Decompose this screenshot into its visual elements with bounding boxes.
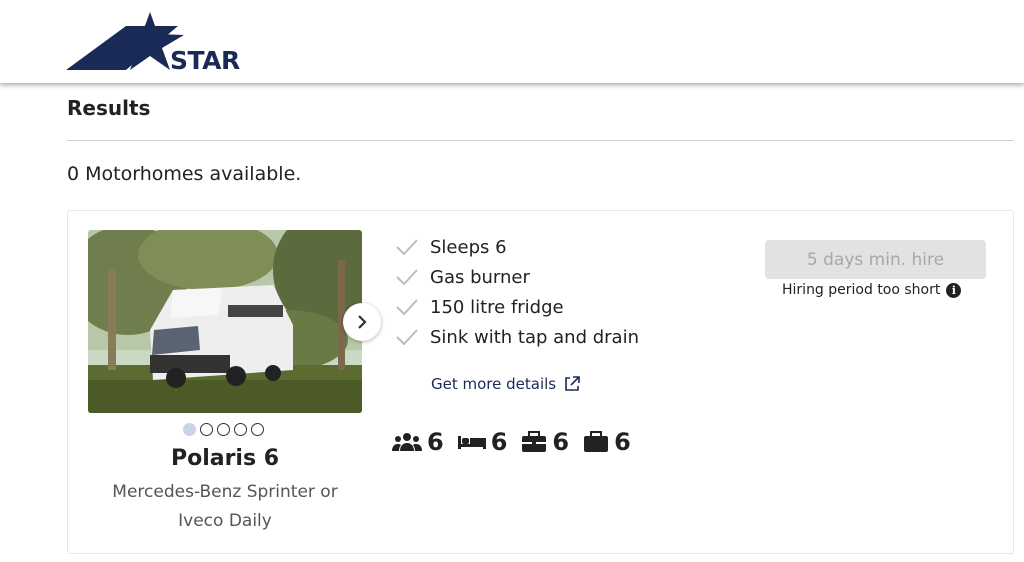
check-icon xyxy=(396,297,430,317)
feature-list: Sleeps 6 Gas burner 150 litre fridge Sin… xyxy=(396,232,639,352)
bed-icon xyxy=(457,436,486,449)
spec-value: 6 xyxy=(552,428,570,456)
vehicle-subtitle: Mercedes-Benz Sprinter or Iveco Daily xyxy=(112,482,338,531)
chevron-right-icon xyxy=(358,315,367,329)
feature-label: Gas burner xyxy=(430,266,530,288)
star-logo[interactable]: STAR xyxy=(66,12,240,75)
feature-item: 150 litre fridge xyxy=(396,292,639,322)
spec-value: 6 xyxy=(490,428,508,456)
feature-label: Sink with tap and drain xyxy=(430,326,639,348)
spec-value: 6 xyxy=(614,428,631,456)
vehicle-photo[interactable] xyxy=(88,230,362,413)
carousel-dots xyxy=(183,423,264,436)
info-icon[interactable]: i xyxy=(946,282,962,298)
hire-period-note: Hiring period too short i xyxy=(782,282,962,298)
feature-item: Sleeps 6 xyxy=(396,232,639,262)
spec-beds: 6 xyxy=(457,428,508,456)
divider xyxy=(67,140,1014,141)
get-more-details-link[interactable]: Get more details xyxy=(431,375,580,393)
feature-label: Sleeps 6 xyxy=(430,236,507,258)
carousel-dot[interactable] xyxy=(251,423,264,436)
vehicle-specs: 6 6 6 6 xyxy=(392,428,645,456)
hire-period-text: Hiring period too short xyxy=(782,282,941,298)
vehicle-name: Polaris 6 xyxy=(170,446,280,471)
carousel-dot[interactable] xyxy=(183,423,196,436)
feature-item: Gas burner xyxy=(396,262,639,292)
carousel-dot[interactable] xyxy=(234,423,247,436)
people-icon xyxy=(392,433,422,451)
carousel-dot[interactable] xyxy=(200,423,213,436)
feature-item: Sink with tap and drain xyxy=(396,322,639,352)
results-count: 0 Motorhomes available. xyxy=(67,163,302,185)
carousel-next-button[interactable] xyxy=(343,303,381,341)
spec-passengers: 6 xyxy=(392,428,444,456)
check-icon xyxy=(396,327,430,347)
spec-large-luggage: 6 xyxy=(521,428,569,456)
details-link-label: Get more details xyxy=(431,375,557,393)
carousel-dot[interactable] xyxy=(217,423,230,436)
feature-label: 150 litre fridge xyxy=(430,296,564,318)
results-title: Results xyxy=(67,96,151,120)
suitcase-icon xyxy=(522,431,547,452)
external-link-icon xyxy=(565,376,580,391)
bag-icon xyxy=(584,431,609,452)
spec-value: 6 xyxy=(427,428,444,456)
spec-small-luggage: 6 xyxy=(583,428,631,456)
logo-text: STAR xyxy=(170,46,240,75)
header: STAR xyxy=(0,0,1024,83)
check-icon xyxy=(396,267,430,287)
min-hire-button[interactable]: 5 days min. hire xyxy=(765,240,986,279)
check-icon xyxy=(396,237,430,257)
